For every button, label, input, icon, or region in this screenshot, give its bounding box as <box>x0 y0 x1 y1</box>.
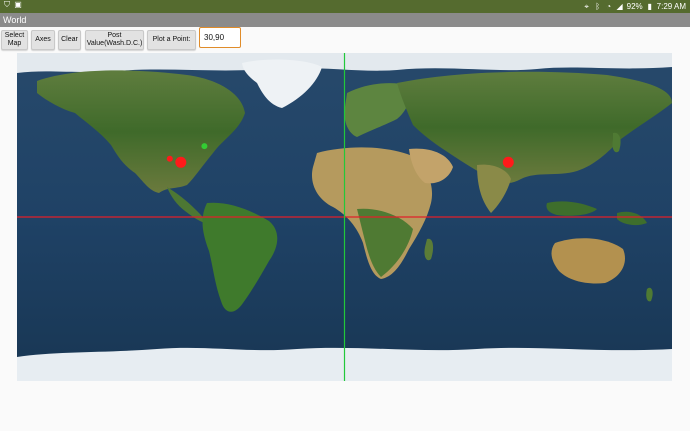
plotted-point <box>175 156 187 168</box>
plotted-point <box>201 143 208 150</box>
wifi-icon: ◔ <box>606 1 612 11</box>
app-title-bar: World <box>0 13 690 27</box>
post-value-button[interactable]: Post Value(Wash.D.C.) <box>85 30 144 50</box>
status-bar: ⛉ ▣ ⌖ ᛒ ◔ ◢ 92% ▮ 7:29 AM <box>0 0 690 13</box>
clear-button[interactable]: Clear <box>58 30 81 50</box>
shield-check-icon: ⛉ <box>4 0 10 9</box>
image-icon: ▣ <box>14 0 22 9</box>
plot-point-button[interactable]: Plot a Point: <box>147 30 196 50</box>
location-icon: ⌖ <box>584 1 589 11</box>
bluetooth-icon: ᛒ <box>595 1 601 11</box>
world-map[interactable] <box>17 53 672 381</box>
clock: 7:29 AM <box>656 2 686 11</box>
axes-button[interactable]: Axes <box>31 30 55 50</box>
signal-icon: ◢ <box>616 1 623 11</box>
select-map-button[interactable]: Select Map <box>1 30 28 50</box>
plotted-point <box>502 156 514 168</box>
toolbar: Select Map Axes Clear Post Value(Wash.D.… <box>0 27 690 53</box>
battery-level: 92% <box>626 2 643 11</box>
map-canvas <box>17 53 672 381</box>
plotted-point <box>166 155 173 162</box>
plot-point-input[interactable] <box>199 27 241 48</box>
window-title: World <box>3 15 27 25</box>
battery-icon: ▮ <box>647 1 652 11</box>
